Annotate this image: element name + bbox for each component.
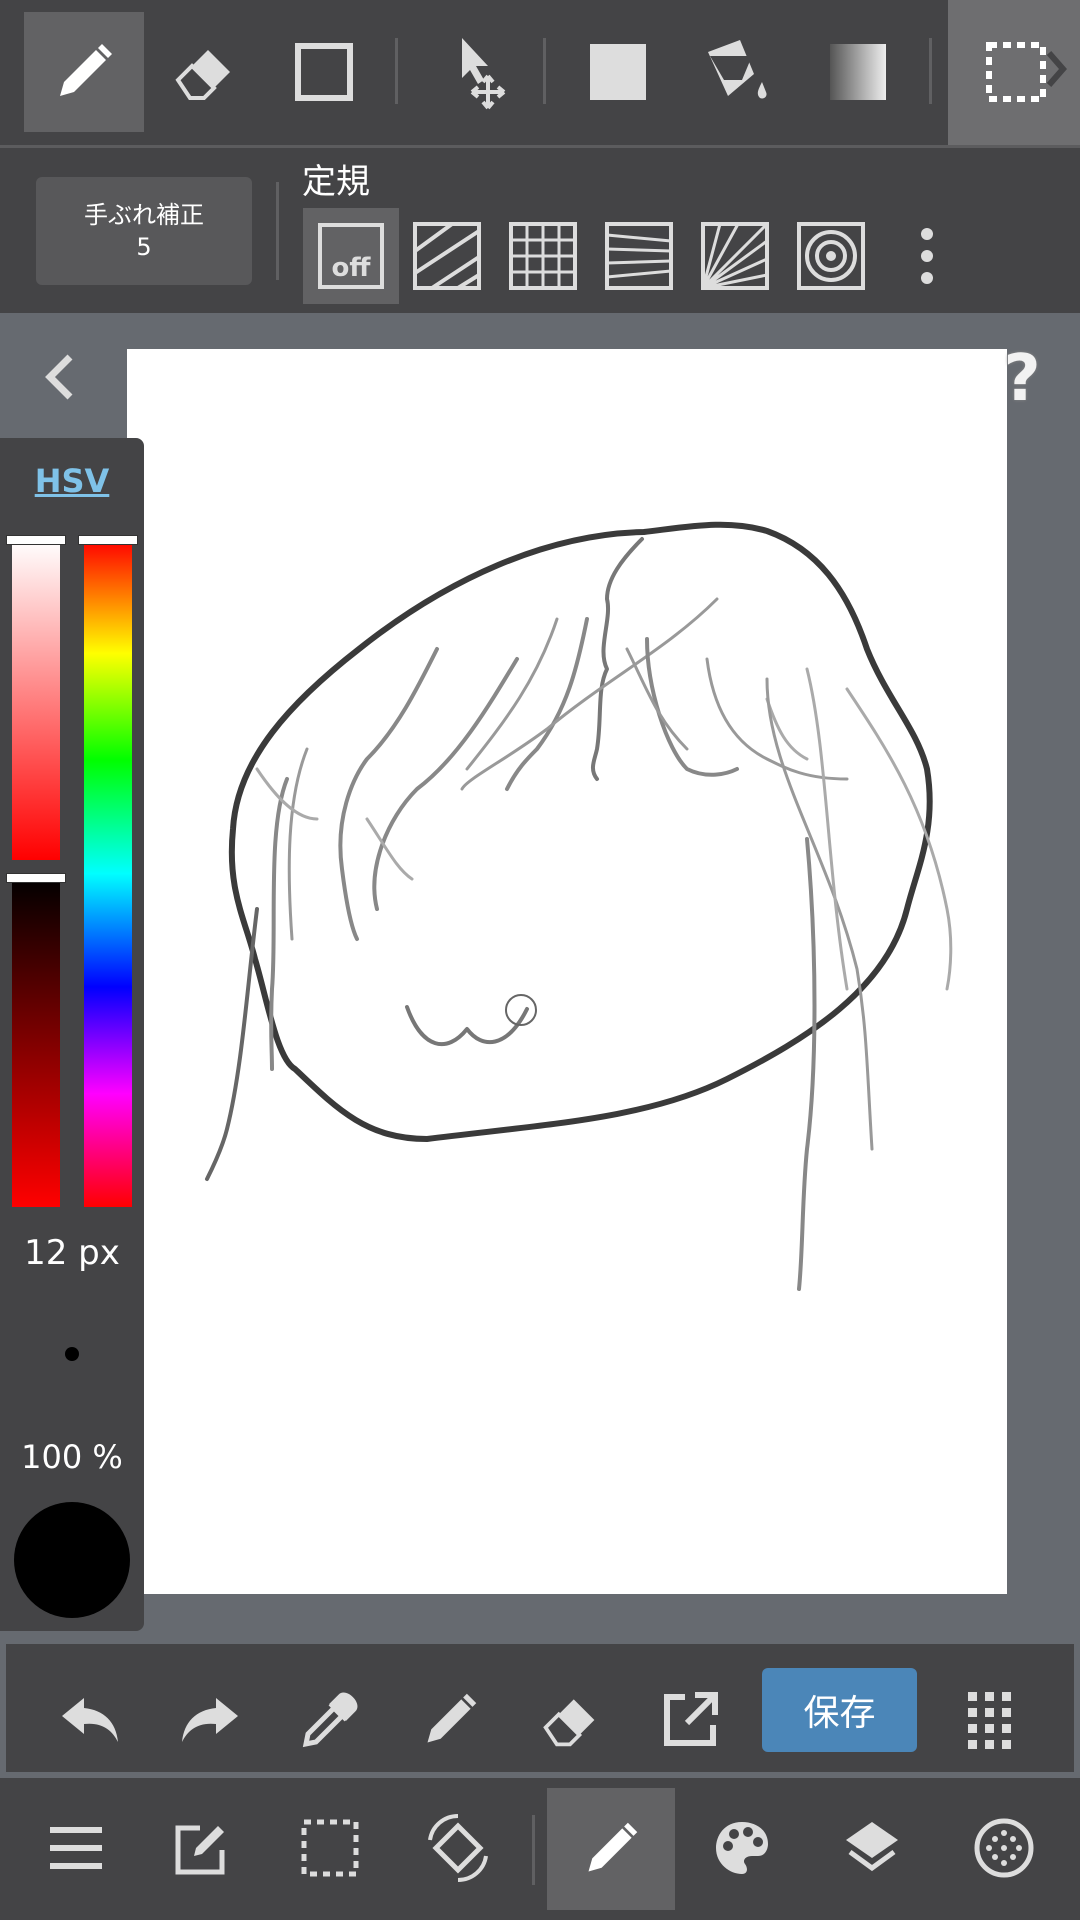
eraser-tool-button[interactable] (144, 12, 264, 132)
fill-rect-tool-button[interactable] (558, 12, 678, 132)
help-button[interactable]: ? (992, 342, 1052, 416)
perspective-ruler-icon (604, 221, 674, 291)
brush-size-preview (65, 1347, 79, 1361)
hamburger-menu-icon (48, 1826, 104, 1870)
eyedropper-icon (300, 1690, 360, 1750)
stabilizer-value: 5 (136, 233, 152, 261)
ruler-parallel-button[interactable] (399, 208, 495, 304)
paint-bucket-icon (702, 36, 774, 108)
eraser-quick-button[interactable] (530, 1680, 610, 1760)
ruler-off-icon: off (318, 223, 384, 289)
square-outline-icon (292, 40, 356, 104)
ruler-radial-button[interactable] (687, 208, 783, 304)
filled-square-icon (586, 40, 650, 104)
external-link-icon (661, 1691, 719, 1749)
layers-icon (842, 1818, 902, 1878)
grid-ruler-icon (508, 221, 578, 291)
saturation-slider-handle[interactable] (6, 535, 66, 545)
pen-tool-button[interactable] (24, 12, 144, 132)
stabilizer-label: 手ぶれ補正 (84, 201, 204, 229)
ruler-more-button[interactable] (900, 220, 954, 292)
shape-tool-button[interactable] (264, 12, 384, 132)
edit-icon (174, 1820, 230, 1876)
bottom-separator (532, 1815, 535, 1885)
dotted-select-icon (959, 33, 1069, 113)
ruler-separator (276, 182, 279, 280)
toolbar-separator (395, 38, 398, 104)
color-palette-button[interactable] (702, 1808, 782, 1888)
value-slider[interactable] (12, 877, 60, 1207)
edit-button[interactable] (162, 1808, 242, 1888)
hue-slider-handle[interactable] (78, 535, 138, 545)
concentric-ruler-icon (796, 221, 866, 291)
pen-quick-button[interactable] (410, 1680, 490, 1760)
rotate-canvas-button[interactable] (416, 1800, 500, 1896)
brush-tab-button[interactable] (547, 1788, 675, 1910)
more-tools-button[interactable] (950, 1680, 1030, 1760)
ruler-title: 定規 (302, 162, 370, 202)
saturation-slider[interactable] (12, 540, 60, 860)
eraser-icon (540, 1690, 600, 1750)
pen-icon (420, 1690, 480, 1750)
current-color-swatch[interactable] (14, 1502, 130, 1618)
layers-button[interactable] (832, 1808, 912, 1888)
redo-icon (178, 1692, 242, 1748)
eyedropper-button[interactable] (290, 1680, 370, 1760)
stabilizer-button[interactable]: 手ぶれ補正 5 (36, 177, 252, 285)
save-button[interactable]: 保存 (762, 1668, 917, 1752)
pen-icon (52, 40, 116, 104)
bucket-tool-button[interactable] (678, 12, 798, 132)
export-button[interactable] (650, 1680, 730, 1760)
parallel-ruler-icon (412, 221, 482, 291)
gradient-tool-button[interactable] (798, 12, 918, 132)
move-tool-button[interactable] (412, 12, 532, 132)
ruler-grid-button[interactable] (495, 208, 591, 304)
question-mark-icon: ? (1003, 342, 1041, 416)
hue-slider[interactable] (84, 540, 132, 1207)
radial-ruler-icon (700, 221, 770, 291)
screen-rotation-icon (422, 1812, 494, 1884)
ruler-off-button[interactable]: off (303, 208, 399, 304)
dotted-select-icon (300, 1818, 360, 1878)
hsv-mode-link[interactable]: HSV (0, 462, 144, 500)
pen-icon (581, 1819, 641, 1879)
select-tool-button[interactable] (948, 0, 1080, 145)
redo-button[interactable] (170, 1680, 250, 1760)
value-slider-handle[interactable] (6, 873, 66, 883)
menu-button[interactable] (36, 1808, 116, 1888)
material-button[interactable] (964, 1808, 1044, 1888)
sketch-drawing (205, 521, 953, 1291)
ruler-perspective-button[interactable] (591, 208, 687, 304)
collapse-panel-button[interactable] (36, 350, 84, 404)
vertical-dots-icon (919, 226, 935, 286)
dotted-circle-icon (973, 1817, 1035, 1879)
opacity-label[interactable]: 100 % (0, 1438, 144, 1476)
undo-icon (58, 1692, 122, 1748)
toolbar-separator (929, 38, 932, 104)
palette-icon (712, 1818, 772, 1878)
toolbar-separator (543, 38, 546, 104)
selection-button[interactable] (290, 1808, 370, 1888)
move-arrow-icon (432, 32, 512, 112)
undo-button[interactable] (50, 1680, 130, 1760)
grid-dots-icon (966, 1690, 1014, 1750)
eraser-icon (172, 40, 236, 104)
brush-size-label[interactable]: 12 px (0, 1233, 144, 1273)
ruler-off-label: off (331, 253, 371, 283)
gradient-icon (826, 40, 890, 104)
drawing-canvas[interactable] (127, 349, 1007, 1594)
chevron-left-icon (40, 353, 80, 401)
ruler-concentric-button[interactable] (783, 208, 879, 304)
